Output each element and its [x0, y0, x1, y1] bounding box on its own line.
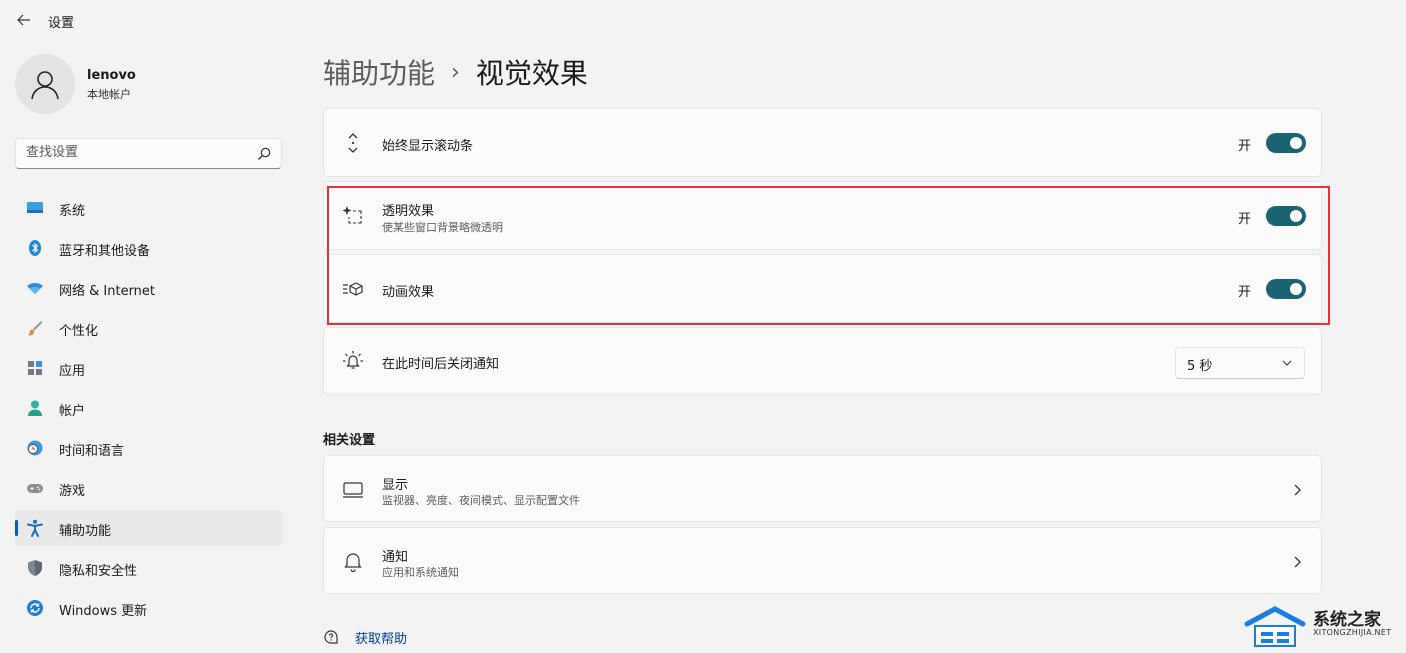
setting-label: 在此时间后关闭通知 [382, 357, 500, 372]
brush-icon [27, 321, 43, 336]
search-box[interactable] [15, 138, 282, 169]
bluetooth-icon [29, 240, 41, 256]
account-icon [28, 400, 42, 416]
help-icon [324, 629, 338, 644]
title-bar: 设置 [0, 0, 1406, 40]
gamepad-icon [27, 484, 43, 493]
bell-icon [344, 553, 362, 572]
sidebar-item-label: 辅助功能 [59, 524, 112, 539]
sidebar-item-windows-update[interactable]: Windows 更新 [15, 590, 283, 626]
user-icon [31, 71, 59, 100]
scrollbar-icon [348, 133, 358, 153]
sidebar-item-apps[interactable]: 应用 [15, 350, 283, 386]
highlight-box [327, 186, 1330, 325]
related-settings-heading: 相关设置 [323, 433, 376, 448]
sidebar-item-bluetooth[interactable]: 蓝牙和其他设备 [15, 230, 283, 266]
sidebar-item-network[interactable]: 网络 & Internet [15, 270, 283, 306]
update-icon [27, 600, 43, 616]
setting-dismiss-notifications: 在此时间后关闭通知 5 秒 [323, 327, 1322, 395]
watermark-url: XITONGZHIJIA.NET [1313, 628, 1392, 637]
sidebar-item-label: 隐私和安全性 [59, 564, 138, 579]
watermark-logo: 系统之家 XITONGZHIJIA.NET [1243, 604, 1403, 650]
chevron-right-icon [1294, 484, 1301, 496]
window-title: 设置 [48, 16, 75, 31]
house-logo-icon [1244, 606, 1306, 647]
back-button[interactable] [10, 8, 38, 32]
display-icon [343, 482, 363, 498]
avatar[interactable] [15, 54, 75, 114]
breadcrumb-parent[interactable]: 辅助功能 [323, 52, 435, 92]
sidebar-item-label: 游戏 [59, 484, 86, 499]
chevron-down-icon [1282, 360, 1292, 366]
sidebar-item-label: 个性化 [59, 324, 99, 339]
setting-always-show-scrollbars[interactable]: 始终显示滚动条 开 [323, 108, 1322, 177]
sidebar-item-label: 蓝牙和其他设备 [59, 244, 151, 259]
scrollbars-toggle[interactable] [1266, 133, 1306, 153]
setting-description: 监视器、亮度、夜间模式、显示配置文件 [382, 494, 580, 507]
sidebar-item-time-language[interactable]: 时间和语言 [15, 430, 283, 466]
system-icon [27, 202, 43, 213]
sidebar-item-label: 帐户 [59, 404, 86, 419]
search-icon[interactable] [256, 146, 272, 162]
sidebar-item-label: Windows 更新 [59, 604, 148, 619]
breadcrumb: 辅助功能 › 视觉效果 [323, 52, 588, 92]
apps-icon [28, 361, 42, 375]
sidebar-item-accounts[interactable]: 帐户 [15, 390, 283, 426]
setting-description: 应用和系统通知 [382, 566, 459, 579]
setting-label: 显示 [382, 478, 409, 493]
accessibility-icon [27, 519, 43, 537]
chevron-right-icon [1294, 556, 1301, 568]
account-type: 本地帐户 [87, 88, 131, 101]
sidebar-nav: 系统 蓝牙和其他设备 网络 & Internet 个性化 应用 帐户 时间和语言 [15, 190, 283, 630]
search-input[interactable] [26, 145, 246, 160]
toggle-state-text: 开 [1237, 139, 1251, 154]
sidebar-item-label: 时间和语言 [59, 444, 125, 459]
notification-duration-select[interactable]: 5 秒 [1175, 347, 1305, 379]
get-help-link[interactable]: 获取帮助 [323, 628, 407, 647]
page-title: 视觉效果 [475, 57, 588, 90]
user-name: lenovo [87, 68, 136, 83]
sidebar-item-privacy[interactable]: 隐私和安全性 [15, 550, 283, 586]
setting-label: 通知 [382, 550, 409, 565]
breadcrumb-separator: › [451, 59, 460, 85]
sidebar-item-label: 应用 [59, 364, 86, 379]
sidebar: lenovo 本地帐户 系统 蓝牙和其他设备 网络 & Internet 个性化… [0, 40, 300, 653]
sidebar-item-label: 系统 [59, 204, 86, 219]
related-display[interactable]: 显示 监视器、亮度、夜间模式、显示配置文件 [323, 455, 1322, 522]
clock-globe-icon [27, 440, 43, 456]
watermark-title: 系统之家 [1313, 610, 1381, 630]
shield-icon [28, 560, 42, 576]
sidebar-item-system[interactable]: 系统 [15, 190, 283, 226]
related-notifications[interactable]: 通知 应用和系统通知 [323, 527, 1322, 594]
select-value: 5 秒 [1187, 359, 1213, 374]
get-help-label: 获取帮助 [355, 632, 408, 647]
sidebar-item-label: 网络 & Internet [59, 284, 156, 299]
setting-label: 始终显示滚动条 [382, 139, 474, 154]
back-arrow-icon [17, 14, 30, 26]
sidebar-item-gaming[interactable]: 游戏 [15, 470, 283, 506]
notification-timer-icon [343, 351, 363, 369]
sidebar-item-accessibility[interactable]: 辅助功能 [15, 510, 283, 546]
wifi-icon [27, 283, 43, 294]
sidebar-item-personalization[interactable]: 个性化 [15, 310, 283, 346]
